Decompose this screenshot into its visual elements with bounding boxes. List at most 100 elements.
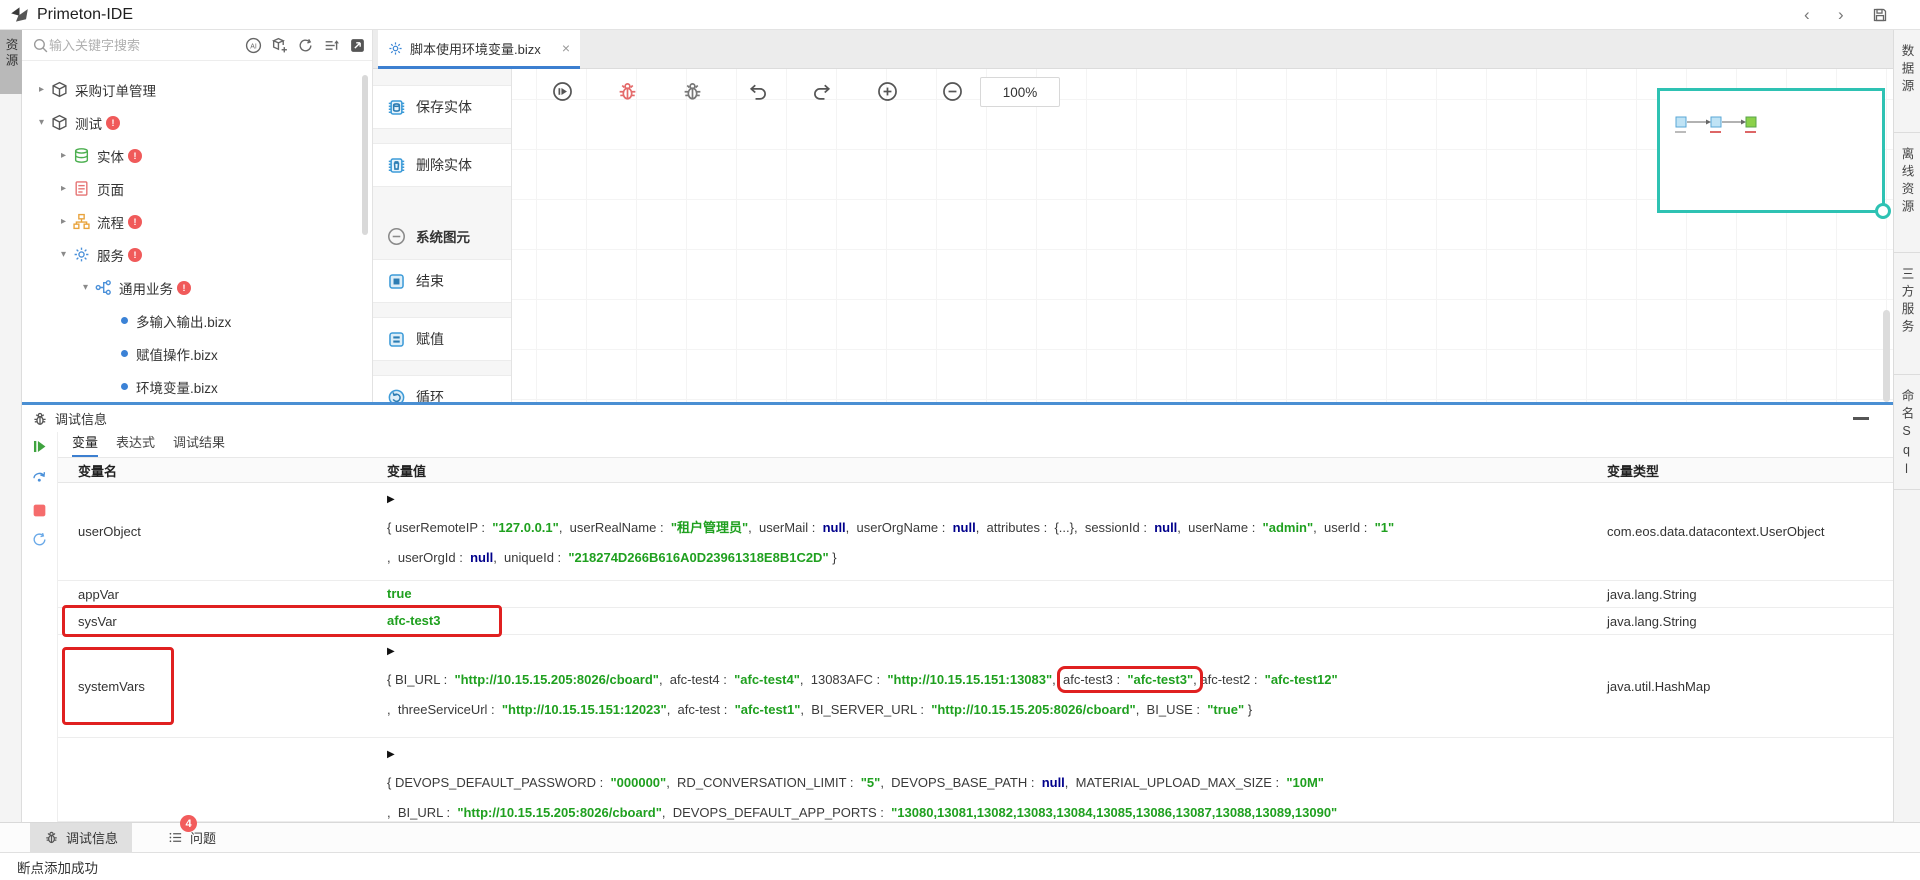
table-row-appVar[interactable]: appVartruejava.lang.String xyxy=(58,581,1893,608)
minimap[interactable] xyxy=(1657,88,1885,213)
ai-assist-icon[interactable]: AI xyxy=(245,37,262,54)
bottom-tab-调试信息[interactable]: 调试信息 xyxy=(30,823,132,852)
variable-value: ▶{ BI_URL : "http://10.15.15.205:8026/cb… xyxy=(373,635,1593,737)
minimap-resize-handle[interactable] xyxy=(1875,203,1891,219)
tree-item-服务[interactable]: ▾服务! xyxy=(22,238,372,271)
circled-play-icon[interactable] xyxy=(552,81,573,102)
debug-tab-表达式[interactable]: 表达式 xyxy=(116,432,155,457)
locate-icon[interactable] xyxy=(349,37,366,54)
bug-red-icon[interactable] xyxy=(617,81,638,102)
tree-item-实体[interactable]: ▸实体! xyxy=(22,139,372,172)
bug-gray-icon[interactable] xyxy=(682,81,703,102)
tree-item-label: 实体 xyxy=(97,146,124,166)
step-over-icon[interactable] xyxy=(31,467,48,484)
assign-icon xyxy=(387,330,406,349)
rerun-icon[interactable] xyxy=(31,531,48,548)
rail-tab-离线资源[interactable]: 离线资源 xyxy=(1894,133,1920,253)
palette-header-系统图元[interactable]: 系统图元 xyxy=(373,223,511,249)
table-row-userObject[interactable]: userObject▶{ userRemoteIP : "127.0.0.1",… xyxy=(58,483,1893,581)
primeton-logo-icon xyxy=(10,5,29,24)
tree-item-赋值操作.bizx[interactable]: 赋值操作.bizx xyxy=(22,337,372,370)
tree-item-多输入输出.bizx[interactable]: 多输入输出.bizx xyxy=(22,304,372,337)
expand-icon[interactable]: ▶ xyxy=(387,639,1593,665)
editor-tab[interactable]: 脚本使用环境变量.bizx × xyxy=(378,30,580,69)
zoom-out-icon[interactable] xyxy=(942,81,963,102)
tree-item-页面[interactable]: ▸页面 xyxy=(22,172,372,205)
rail-tab-label: 命名Sql xyxy=(1898,389,1917,489)
variable-name: systemVars xyxy=(58,635,373,737)
debug-tab-调试结果[interactable]: 调试结果 xyxy=(173,432,225,457)
rail-tab-数据源[interactable]: 数据源 xyxy=(1894,30,1920,133)
tree-item-环境变量.bizx[interactable]: 环境变量.bizx xyxy=(22,370,372,403)
close-icon[interactable]: × xyxy=(562,40,570,56)
chevron-down-icon[interactable]: ▾ xyxy=(78,282,93,293)
sort-icon[interactable] xyxy=(323,37,340,54)
table-row-systemVars[interactable]: systemVars▶{ BI_URL : "http://10.15.15.2… xyxy=(58,635,1893,738)
bottom-tab-label: 问题 xyxy=(190,828,216,847)
tree-item-采购订单管理[interactable]: ▸采购订单管理 xyxy=(22,73,372,106)
zoom-in-icon[interactable] xyxy=(877,81,898,102)
palette-item-删除实体[interactable]: 删除实体 xyxy=(373,143,511,187)
explorer-panel: AI ▸采购订单管理▾测试!▸实体!▸页面▸流程!▾服务!▾通用业务!多输入输出… xyxy=(22,30,373,402)
tree-item-label: 环境变量.bizx xyxy=(136,377,218,397)
variable-type: java.util.HashMap xyxy=(1593,635,1893,737)
stop-icon[interactable] xyxy=(31,502,48,519)
left-rail: 资源 xyxy=(0,30,22,822)
undo-icon[interactable] xyxy=(747,81,768,102)
expand-icon[interactable]: ▶ xyxy=(387,487,1593,513)
variable-value: ▶{ userRemoteIP : "127.0.0.1", userRealN… xyxy=(373,483,1593,580)
table-row-env-vars[interactable]: ▶{ DEVOPS_DEFAULT_PASSWORD : "000000", R… xyxy=(58,738,1893,822)
palette-item-label: 保存实体 xyxy=(416,97,472,117)
expand-icon[interactable]: ▶ xyxy=(387,742,1593,768)
tree-item-label: 流程 xyxy=(97,212,124,232)
tree-item-label: 赋值操作.bizx xyxy=(136,344,218,364)
column-header-变量类型: 变量类型 xyxy=(1593,458,1893,482)
chevron-down-icon[interactable]: ▾ xyxy=(56,249,71,260)
diagram-canvas[interactable]: 100% xyxy=(512,69,1893,402)
palette-item-赋值[interactable]: 赋值 xyxy=(373,317,511,361)
debug-panel-header: 调试信息 xyxy=(22,405,1893,432)
palette-item-循环[interactable]: 循环 xyxy=(373,375,511,402)
resume-icon[interactable] xyxy=(31,438,48,455)
rail-tab-三方服务[interactable]: 三方服务 xyxy=(1894,253,1920,375)
refresh-icon[interactable] xyxy=(297,37,314,54)
editor-tab-strip: 脚本使用环境变量.bizx × xyxy=(373,30,1893,69)
issue-count-badge: 4 xyxy=(180,815,197,832)
tree-item-流程[interactable]: ▸流程! xyxy=(22,205,372,238)
chevron-right-icon[interactable]: ▸ xyxy=(34,84,49,95)
rail-tab-命名Sql[interactable]: 命名Sql xyxy=(1894,375,1920,490)
forward-icon[interactable]: › xyxy=(1838,7,1854,23)
bug-icon xyxy=(32,411,48,427)
new-project-icon[interactable] xyxy=(271,37,288,54)
minimize-icon[interactable] xyxy=(1853,417,1869,420)
tree-item-测试[interactable]: ▾测试! xyxy=(22,106,372,139)
back-icon[interactable]: ‹ xyxy=(1804,7,1820,23)
search-input[interactable] xyxy=(49,38,241,53)
palette-item-label: 赋值 xyxy=(416,329,444,349)
palette-item-保存实体[interactable]: 保存实体 xyxy=(373,85,511,129)
variable-type: com.eos.data.datacontext.UserObject xyxy=(1593,483,1893,580)
file-dot-icon xyxy=(121,383,128,390)
explorer-scrollbar[interactable] xyxy=(362,75,368,235)
chevron-right-icon[interactable]: ▸ xyxy=(56,150,71,161)
rail-tab-resources[interactable]: 资源 xyxy=(0,30,22,94)
bottom-tab-问题[interactable]: 问题4 xyxy=(154,823,230,852)
chevron-right-icon[interactable]: ▸ xyxy=(56,216,71,227)
palette-item-label: 循环 xyxy=(416,387,444,402)
chevron-down-icon[interactable]: ▾ xyxy=(34,117,49,128)
canvas-scrollbar[interactable] xyxy=(1883,310,1890,402)
tree-item-通用业务[interactable]: ▾通用业务! xyxy=(22,271,372,304)
table-row-sysVar[interactable]: sysVarafc-test3java.lang.String xyxy=(58,608,1893,635)
palette-item-label: 系统图元 xyxy=(416,226,470,246)
save-icon[interactable] xyxy=(1872,7,1888,23)
column-header-变量值: 变量值 xyxy=(373,458,1593,482)
debug-tab-变量[interactable]: 变量 xyxy=(72,432,98,457)
flow-icon xyxy=(73,213,90,230)
variable-name: sysVar xyxy=(58,608,373,634)
zoom-level[interactable]: 100% xyxy=(980,77,1060,107)
palette-item-结束[interactable]: 结束 xyxy=(373,259,511,303)
entity-icon xyxy=(73,147,90,164)
palette-item-label: 结束 xyxy=(416,271,444,291)
chevron-right-icon[interactable]: ▸ xyxy=(56,183,71,194)
redo-icon[interactable] xyxy=(812,81,833,102)
